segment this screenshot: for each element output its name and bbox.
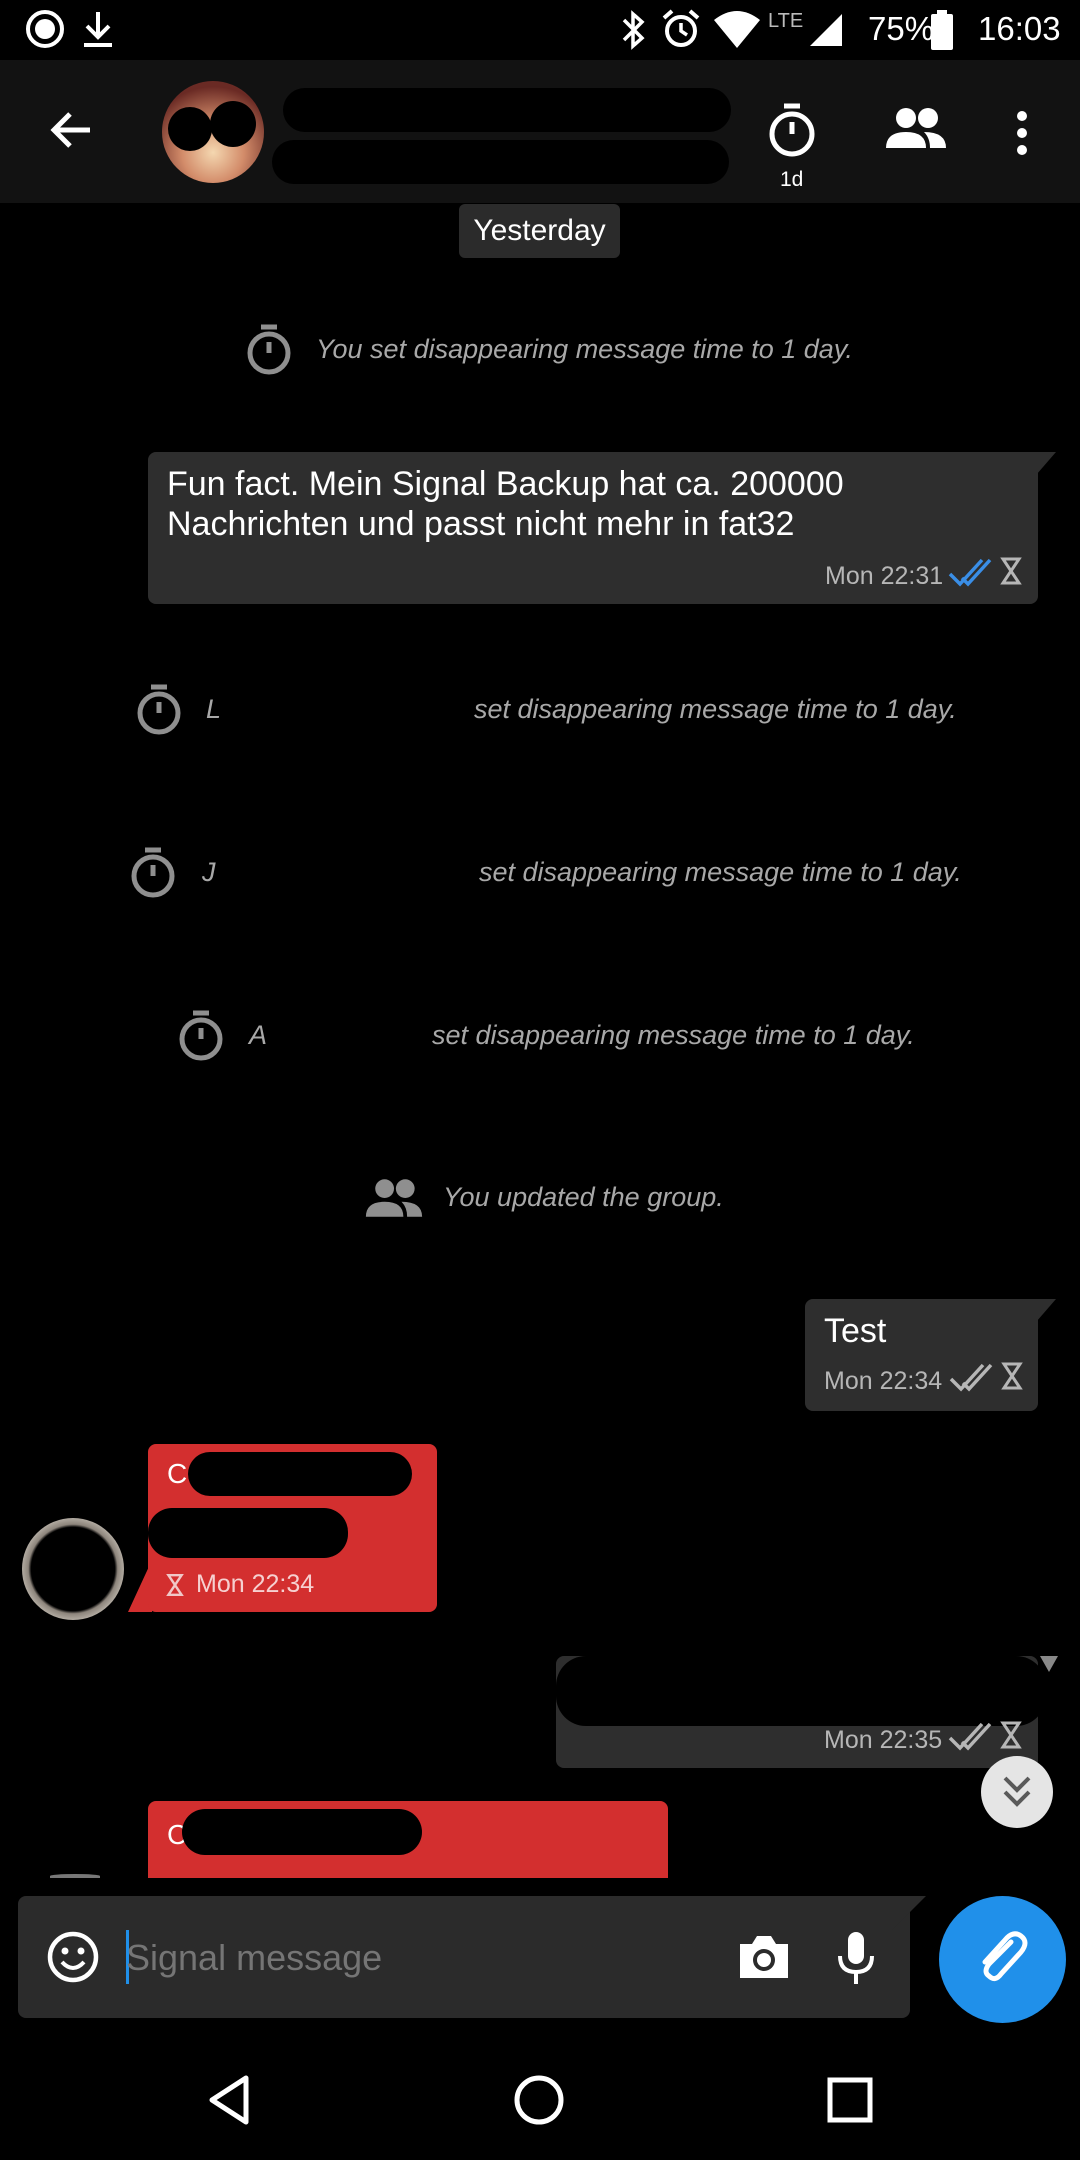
group-members-icon[interactable] [884, 106, 948, 150]
read-receipt-icon [948, 558, 992, 587]
lte-label: LTE [768, 10, 804, 32]
navigation-bar [0, 2040, 1080, 2160]
system-message: J set disappearing message time to 1 day… [128, 843, 968, 903]
timer-label: 1d [780, 168, 804, 191]
disappearing-timer-icon[interactable] [764, 100, 820, 160]
bluetooth-icon [622, 10, 645, 50]
incoming-message-bubble[interactable]: C [148, 1801, 668, 1878]
timer-icon [137, 684, 181, 735]
disappearing-hourglass-icon [166, 1573, 184, 1597]
status-bar: LTE 75% 16:03 [0, 0, 1080, 60]
message-timestamp: Mon 22:34 [196, 1570, 315, 1598]
bubble-tail [1030, 1299, 1056, 1329]
system-message-text: set disappearing message time to 1 day. [479, 857, 962, 887]
system-message-name: A [249, 1020, 268, 1050]
system-message-text: set disappearing message time to 1 day. [474, 694, 957, 724]
delivered-receipt-icon [949, 1363, 993, 1392]
timer-icon [247, 324, 291, 375]
clock: 16:03 [978, 10, 1061, 47]
system-message-name: L [206, 694, 222, 724]
incoming-message-bubble[interactable]: C Mon 22:34 [148, 1444, 437, 1612]
overflow-menu-icon[interactable] [1010, 108, 1034, 158]
system-message-name: J [202, 857, 216, 887]
message-timestamp: Mon 22:35 [824, 1726, 943, 1754]
scroll-to-bottom-button[interactable] [981, 1756, 1053, 1828]
disappearing-hourglass-icon [1000, 557, 1022, 585]
outgoing-message-bubble[interactable]: Test Mon 22:34 [805, 1299, 1038, 1411]
system-message: L set disappearing message time to 1 day… [132, 680, 972, 740]
cell-signal-icon [810, 14, 842, 46]
emoji-icon[interactable] [46, 1930, 100, 1984]
redacted-sender-name [182, 1809, 422, 1855]
date-divider: Yesterday [459, 204, 620, 258]
delivered-receipt-icon [948, 1722, 992, 1751]
redacted-message-text [148, 1508, 348, 1558]
avatar-edge [50, 1874, 100, 1878]
system-message-text: You set disappearing message time to 1 d… [316, 334, 853, 364]
nav-recents-icon[interactable] [826, 2076, 874, 2124]
download-icon [84, 12, 112, 47]
system-message-text: set disappearing message time to 1 day. [432, 1020, 915, 1050]
redacted-group-members[interactable] [272, 140, 729, 184]
system-message: You updated the group. [364, 1168, 744, 1228]
outgoing-message-bubble[interactable]: Fun fact. Mein Signal Backup hat ca. 200… [148, 452, 1038, 604]
outgoing-message-bubble[interactable]: Mon 22:35 [556, 1656, 1046, 1768]
camera-icon[interactable] [736, 1932, 792, 1982]
nav-back-icon[interactable] [206, 2074, 252, 2126]
nav-home-icon[interactable] [512, 2073, 566, 2127]
disappearing-hourglass-icon [1000, 1721, 1022, 1749]
battery-percent: 75% [868, 10, 935, 47]
system-message: You set disappearing message time to 1 d… [240, 320, 860, 380]
bubble-tail [1040, 1656, 1058, 1672]
redacted-group-name[interactable] [283, 88, 731, 132]
timer-icon [179, 1010, 223, 1061]
signal-notification-icon [26, 10, 64, 48]
timer-icon [131, 847, 175, 898]
attach-button[interactable] [939, 1896, 1066, 2023]
battery-icon [931, 10, 953, 50]
redacted-message-text [556, 1656, 1046, 1726]
redacted-sender-name [188, 1452, 412, 1496]
message-text-line-1: Fun fact. Mein Signal Backup hat ca. 200… [167, 465, 844, 503]
message-text: Fun fact. Mein Signal Backup hat ca. 200… [167, 464, 1027, 544]
sender-avatar[interactable] [22, 1518, 124, 1620]
microphone-icon[interactable] [836, 1930, 876, 1986]
group-avatar[interactable] [162, 81, 264, 183]
message-input[interactable] [124, 1924, 708, 1992]
disappearing-hourglass-icon [1001, 1362, 1023, 1390]
system-message-text: You updated the group. [443, 1182, 724, 1212]
system-message: A set disappearing message time to 1 day… [176, 1006, 936, 1066]
bubble-tail [1030, 452, 1056, 482]
compose-bar [18, 1896, 910, 2018]
alarm-icon [662, 9, 700, 47]
double-chevron-down-icon [1003, 1776, 1031, 1807]
group-icon [365, 1179, 423, 1217]
message-text: Test [824, 1312, 887, 1350]
conversation-toolbar: 1d [0, 60, 1080, 203]
paperclip-icon [982, 1931, 1028, 1982]
message-timestamp: Mon 22:31 [825, 562, 944, 590]
back-arrow-icon[interactable] [46, 105, 96, 155]
message-timestamp: Mon 22:34 [824, 1367, 943, 1395]
sender-initial: C [167, 1458, 188, 1489]
message-text-line-2: Nachrichten und passt nicht mehr in fat3… [167, 505, 795, 543]
wifi-icon [714, 11, 760, 48]
compose-tail [892, 1896, 926, 1930]
